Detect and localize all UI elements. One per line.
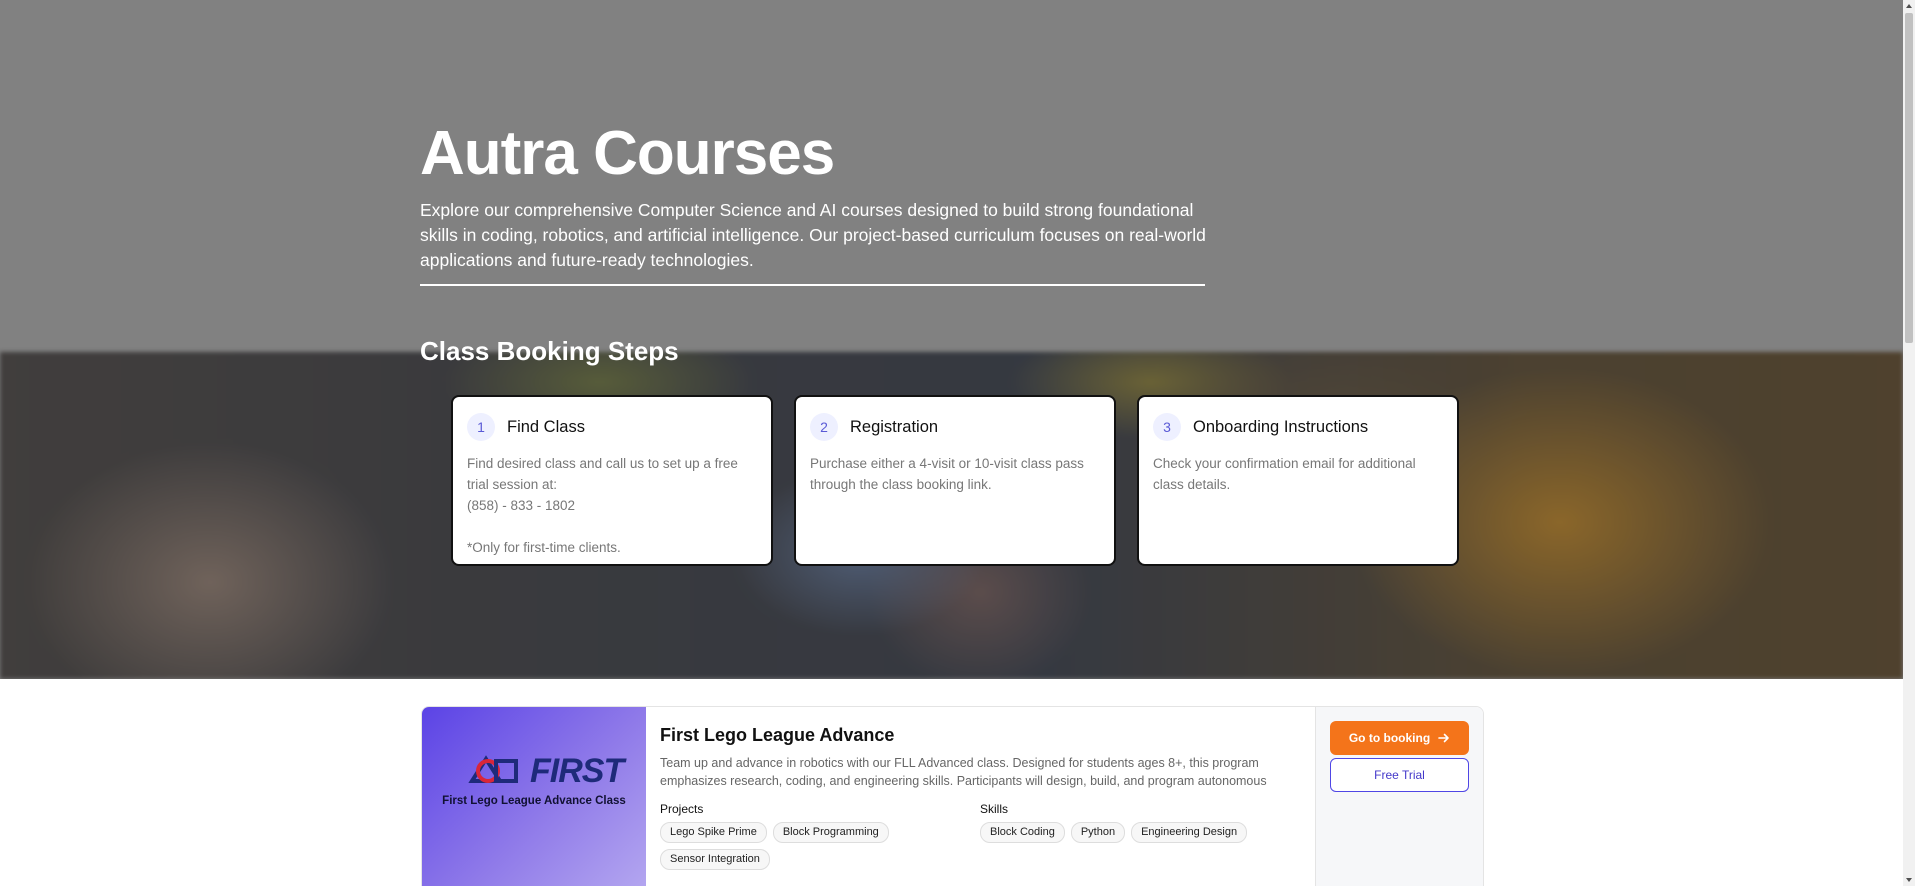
step-text: Purchase either a 4-visit or 10-visit cl… [810, 456, 1084, 492]
course-body: First Lego League Advance Team up and ad… [660, 725, 1300, 870]
step-card-find-class: 1 Find Class Find desired class and call… [451, 395, 773, 566]
step-card-onboarding: 3 Onboarding Instructions Check your con… [1137, 395, 1459, 566]
projects-column: Projects Lego Spike Prime Block Programm… [660, 802, 980, 870]
page-scrollbar[interactable] [1903, 0, 1915, 886]
go-to-booking-label: Go to booking [1348, 731, 1431, 745]
step-number: 1 [467, 413, 495, 441]
free-trial-label: Free Trial [1374, 768, 1425, 782]
hero-description: Explore our comprehensive Computer Scien… [420, 200, 1206, 270]
page-title: Autra Courses [420, 119, 835, 188]
course-image-caption: First Lego League Advance Class [442, 795, 626, 807]
step-title: Onboarding Instructions [1193, 417, 1369, 436]
skills-label: Skills [980, 802, 1009, 816]
hero-divider [420, 284, 1205, 286]
step-phone: (858) - 833 - 1802 [467, 498, 576, 513]
course-card: FIRST First Lego League Advance Class Fi… [421, 706, 1484, 886]
skill-chip: Engineering Design [1131, 822, 1248, 843]
scrollbar-thumb[interactable] [1905, 13, 1913, 343]
projects-chips: Lego Spike Prime Block Programming Senso… [660, 822, 980, 870]
first-logo-icon [468, 755, 518, 783]
step-title: Find Class [507, 417, 585, 436]
skill-chip: Python [1070, 822, 1126, 843]
free-trial-button[interactable]: Free Trial [1330, 758, 1469, 792]
step-card-registration: 2 Registration Purchase either a 4-visit… [794, 395, 1116, 566]
step-number: 3 [1153, 413, 1181, 441]
first-logo-text: FIRST [530, 751, 624, 790]
project-chip: Lego Spike Prime [660, 822, 767, 843]
skills-chips: Block Coding Python Engineering Design [980, 822, 1300, 843]
skills-column: Skills Block Coding Python Engineering D… [980, 802, 1300, 870]
scroll-down-arrow-icon[interactable] [1906, 878, 1912, 882]
step-number: 2 [810, 413, 838, 441]
go-to-booking-button[interactable]: Go to booking [1330, 721, 1469, 755]
project-chip: Sensor Integration [660, 849, 770, 870]
course-image: FIRST First Lego League Advance Class [422, 707, 646, 886]
step-title: Registration [850, 417, 939, 436]
booking-steps-title: Class Booking Steps [420, 336, 679, 366]
skill-chip: Block Coding [980, 822, 1065, 843]
projects-label: Projects [660, 802, 704, 816]
course-description: Team up and advance in robotics with our… [660, 756, 1267, 788]
hero-section: Autra Courses Explore our comprehensive … [0, 0, 1903, 679]
arrow-right-icon [1438, 733, 1449, 743]
step-note: *Only for first-time clients. [467, 540, 621, 555]
step-text: Find desired class and call us to set up… [467, 456, 738, 492]
first-logo: FIRST [466, 751, 624, 791]
course-actions: Go to booking Free Trial [1315, 707, 1483, 886]
course-title: First Lego League Advance [660, 725, 895, 745]
project-chip: Block Programming [772, 822, 889, 843]
step-text: Check your confirmation email for additi… [1153, 456, 1416, 492]
scroll-up-arrow-icon[interactable] [1906, 4, 1912, 8]
